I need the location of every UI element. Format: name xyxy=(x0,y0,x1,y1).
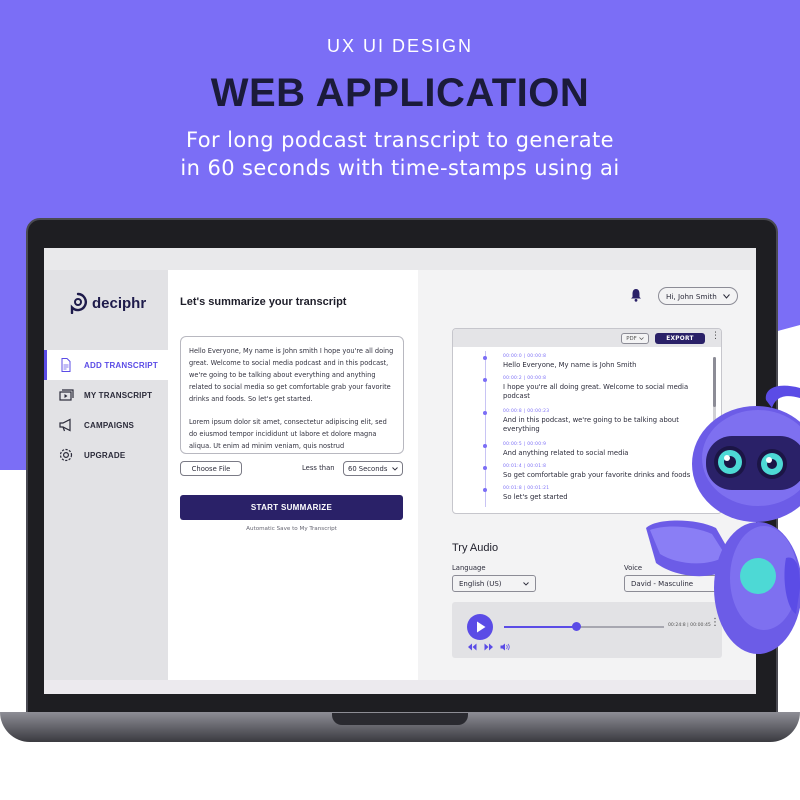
megaphone-icon xyxy=(59,418,71,432)
summarize-panel: Let's summarize your transcript Hello Ev… xyxy=(168,270,418,680)
timeline-dot xyxy=(483,378,487,382)
entry-text: Hello Everyone, My name is John Smith xyxy=(503,361,637,369)
duration-select[interactable]: 60 Seconds xyxy=(343,461,403,476)
sidebar-item-upgrade[interactable]: UPGRADE xyxy=(44,440,168,470)
start-summarize-button[interactable]: START SUMMARIZE xyxy=(180,495,403,520)
timeline-dot xyxy=(483,488,487,492)
language-select[interactable]: English (US) xyxy=(452,575,536,592)
more-options-icon[interactable]: ⋮ xyxy=(711,332,720,341)
transcript-entry[interactable]: 00:00:0 | 00:00:8 Hello Everyone, My nam… xyxy=(483,354,703,370)
user-greeting: Hi, John Smith xyxy=(666,291,717,301)
progress-fill xyxy=(504,626,576,628)
choose-file-button[interactable]: Choose File xyxy=(180,461,242,476)
fast-forward-icon[interactable] xyxy=(484,643,494,651)
progress-handle[interactable] xyxy=(571,622,581,631)
hero-kicker: UX UI DESIGN xyxy=(326,36,474,56)
sidebar-item-label: ADD TRANSCRIPT xyxy=(84,360,158,370)
logo[interactable]: deciphr xyxy=(68,292,146,314)
chevron-down-icon xyxy=(392,466,398,471)
format-value: PDF xyxy=(626,335,637,342)
chevron-down-icon xyxy=(639,337,644,340)
user-menu[interactable]: Hi, John Smith xyxy=(658,287,738,305)
logo-text: deciphr xyxy=(92,294,147,312)
rewind-icon[interactable] xyxy=(467,643,477,651)
hero-headline: WEB APPLICATION xyxy=(210,71,590,115)
sidebar-item-add-transcript[interactable]: ADD TRANSCRIPT xyxy=(44,350,168,380)
video-stack-icon xyxy=(59,389,74,401)
bell-icon[interactable] xyxy=(630,288,642,302)
entry-timestamp: 00:00:0 | 00:00:8 xyxy=(503,354,547,359)
hero-subline: For long podcast transcript to generate … xyxy=(0,126,800,182)
timeline-dot xyxy=(483,356,487,360)
play-button[interactable] xyxy=(467,614,493,640)
language-label: Language xyxy=(452,564,486,572)
language-value: English (US) xyxy=(459,579,502,588)
sidebar-item-label: UPGRADE xyxy=(84,450,126,460)
gear-icon xyxy=(59,448,73,462)
page-title: Let's summarize your transcript xyxy=(180,296,347,308)
hero-section: UX UI DESIGN WEB APPLICATION For long po… xyxy=(0,36,800,182)
transcript-input[interactable]: Hello Everyone, My name is John smith I … xyxy=(180,336,404,454)
timeline-dot xyxy=(483,444,487,448)
hero-subline-line-2: in 60 seconds with time-stamps using ai xyxy=(180,156,620,180)
document-icon xyxy=(61,358,71,372)
laptop-notch xyxy=(332,713,468,725)
timeline-line xyxy=(485,351,486,507)
format-select[interactable]: PDF xyxy=(621,333,649,344)
audio-section-title: Try Audio xyxy=(452,542,499,554)
chevron-down-icon xyxy=(523,581,529,586)
hero-subline-line-1: For long podcast transcript to generate xyxy=(186,128,614,152)
play-icon xyxy=(477,621,486,633)
sidebar-item-label: MY TRANSCRIPT xyxy=(84,390,153,400)
chevron-down-icon xyxy=(723,293,730,299)
timeline-dot xyxy=(483,466,487,470)
sidebar-nav: ADD TRANSCRIPT MY TRANSCRIPT CAMPAIGNS U… xyxy=(44,350,168,470)
sidebar-item-label: CAMPAIGNS xyxy=(84,420,135,430)
timeline-dot xyxy=(483,411,487,415)
export-button[interactable]: EXPORT xyxy=(655,333,705,344)
volume-icon[interactable] xyxy=(500,643,510,651)
screen-topbar xyxy=(44,248,756,270)
less-than-label: Less than xyxy=(302,464,335,472)
sidebar-item-my-transcript[interactable]: MY TRANSCRIPT xyxy=(44,380,168,410)
robot-mascot-illustration xyxy=(646,385,800,654)
transcript-paragraph: Lorem ipsum dolor sit amet, consectetur … xyxy=(189,418,387,450)
duration-value: 60 Seconds xyxy=(348,464,388,473)
autosave-note: Automatic Save to My Transcript xyxy=(246,526,337,532)
transcript-paragraph: Hello Everyone, My name is John smith I … xyxy=(189,347,394,403)
sidebar-item-campaigns[interactable]: CAMPAIGNS xyxy=(44,410,168,440)
deciphr-logo-icon xyxy=(70,292,87,314)
sidebar: deciphr ADD TRANSCRIPT MY TRANSCRIPT CAM… xyxy=(44,270,168,680)
voice-label: Voice xyxy=(624,564,643,572)
